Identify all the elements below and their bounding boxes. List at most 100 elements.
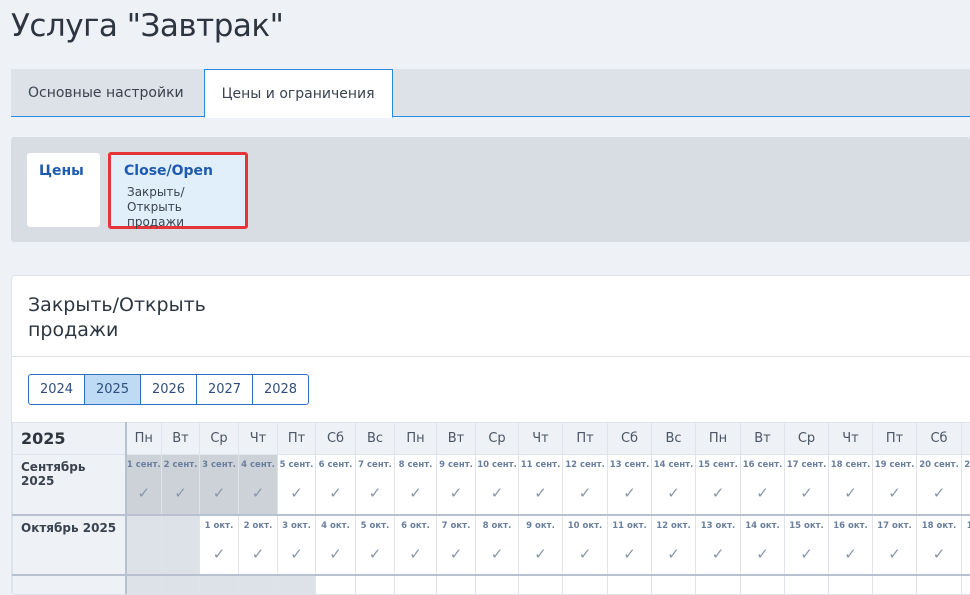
check-icon: ✓ bbox=[437, 545, 475, 563]
day-cell[interactable]: 2 сент.✓ bbox=[162, 455, 200, 515]
year-button-2028[interactable]: 2028 bbox=[252, 374, 309, 405]
day-cell[interactable] bbox=[476, 575, 519, 595]
day-cell[interactable] bbox=[873, 575, 917, 595]
day-cell[interactable]: 4 окт.✓ bbox=[316, 515, 356, 575]
subtab-close-open[interactable]: Close/Open Закрыть/Открыть продажи bbox=[108, 152, 248, 229]
day-cell[interactable]: 9 окт.✓ bbox=[519, 515, 563, 575]
day-cell[interactable]: 10 сент.✓ bbox=[476, 455, 519, 515]
check-icon: ✓ bbox=[563, 484, 607, 502]
day-cell[interactable] bbox=[563, 575, 608, 595]
check-icon: ✓ bbox=[785, 545, 828, 563]
day-cell[interactable]: 12 сент.✓ bbox=[563, 455, 608, 515]
day-cell[interactable]: 8 сент.✓ bbox=[395, 455, 437, 515]
day-cell[interactable]: 17 окт.✓ bbox=[873, 515, 917, 575]
day-cell[interactable]: 10 окт.✓ bbox=[563, 515, 608, 575]
day-cell[interactable]: 14 сент.✓ bbox=[652, 455, 696, 515]
day-cell[interactable]: 17 сент.✓ bbox=[785, 455, 829, 515]
subtab-bar: Цены Close/Open Закрыть/Открыть продажи bbox=[11, 137, 970, 242]
day-cell[interactable]: 16 окт.✓ bbox=[829, 515, 873, 575]
day-date: 11 окт. bbox=[608, 521, 651, 531]
day-cell[interactable]: 1 окт.✓ bbox=[200, 515, 239, 575]
weekday-header: Ср bbox=[476, 423, 519, 455]
day-cell[interactable] bbox=[395, 575, 437, 595]
day-date: 20 сент. bbox=[917, 460, 961, 470]
day-cell[interactable]: 11 окт.✓ bbox=[608, 515, 652, 575]
weekday-header: Пн bbox=[395, 423, 437, 455]
day-cell[interactable]: 14 окт.✓ bbox=[741, 515, 785, 575]
day-cell[interactable] bbox=[519, 575, 563, 595]
check-icon: ✓ bbox=[873, 484, 916, 502]
year-button-2026[interactable]: 2026 bbox=[140, 374, 197, 405]
day-cell[interactable]: 9 сент.✓ bbox=[437, 455, 476, 515]
day-cell[interactable]: 8 окт.✓ bbox=[476, 515, 519, 575]
day-date: 2 окт. bbox=[239, 521, 277, 531]
check-icon: ✓ bbox=[127, 484, 162, 502]
day-cell[interactable]: 11 сент.✓ bbox=[519, 455, 563, 515]
day-cell[interactable]: 2 окт.✓ bbox=[239, 515, 278, 575]
tab-prices-restrictions[interactable]: Цены и ограничения bbox=[204, 69, 393, 118]
day-cell[interactable]: 5 окт.✓ bbox=[356, 515, 395, 575]
day-date: 19 окт. bbox=[962, 521, 970, 531]
day-cell[interactable] bbox=[316, 575, 356, 595]
day-cell[interactable] bbox=[785, 575, 829, 595]
year-button-2024[interactable]: 2024 bbox=[28, 374, 85, 405]
weekday-header: Пн bbox=[126, 423, 162, 455]
day-cell[interactable]: 7 сент.✓ bbox=[356, 455, 395, 515]
day-cell[interactable]: 3 сент.✓ bbox=[200, 455, 239, 515]
day-date: 14 окт. bbox=[741, 521, 784, 531]
weekday-header: Пт bbox=[278, 423, 316, 455]
weekday-header: Сб bbox=[316, 423, 356, 455]
check-icon: ✓ bbox=[519, 545, 562, 563]
day-cell[interactable]: 20 сент.✓ bbox=[917, 455, 962, 515]
day-cell[interactable]: 19 сент.✓ bbox=[873, 455, 917, 515]
year-button-2025[interactable]: 2025 bbox=[84, 374, 141, 405]
tab-basic-settings[interactable]: Основные настройки bbox=[11, 69, 201, 117]
day-cell[interactable] bbox=[608, 575, 652, 595]
day-cell bbox=[162, 575, 200, 595]
day-cell[interactable]: 16 сент.✓ bbox=[741, 455, 785, 515]
day-cell[interactable] bbox=[437, 575, 476, 595]
day-cell[interactable]: 5 сент.✓ bbox=[278, 455, 316, 515]
weekday-header: Пн bbox=[696, 423, 741, 455]
day-date: 4 окт. bbox=[316, 521, 355, 531]
day-date: 10 сент. bbox=[476, 460, 518, 470]
day-date: 2 сент. bbox=[162, 460, 199, 470]
day-cell[interactable]: 15 окт.✓ bbox=[785, 515, 829, 575]
day-cell[interactable]: 13 сент.✓ bbox=[608, 455, 652, 515]
month-label: Октябрь 2025 bbox=[13, 515, 126, 575]
month-label bbox=[13, 575, 126, 595]
check-icon: ✓ bbox=[829, 484, 872, 502]
day-cell bbox=[239, 575, 278, 595]
day-cell[interactable]: 15 сент.✓ bbox=[696, 455, 741, 515]
day-cell[interactable] bbox=[696, 575, 741, 595]
day-cell[interactable] bbox=[741, 575, 785, 595]
day-cell[interactable]: 7 окт.✓ bbox=[437, 515, 476, 575]
day-date: 16 окт. bbox=[829, 521, 872, 531]
day-cell[interactable]: 3 окт.✓ bbox=[278, 515, 316, 575]
subtab-prices[interactable]: Цены bbox=[27, 153, 100, 227]
check-icon: ✓ bbox=[696, 484, 740, 502]
day-cell[interactable] bbox=[917, 575, 962, 595]
day-date: 4 сент. bbox=[239, 460, 277, 470]
day-cell[interactable]: 4 сент.✓ bbox=[239, 455, 278, 515]
day-cell[interactable] bbox=[962, 575, 970, 595]
day-cell[interactable]: 19 окт.✓ bbox=[962, 515, 970, 575]
grid-year: 2025 bbox=[13, 423, 126, 455]
day-cell[interactable]: 1 сент.✓ bbox=[126, 455, 162, 515]
check-icon: ✓ bbox=[785, 484, 828, 502]
day-cell[interactable]: 6 окт.✓ bbox=[395, 515, 437, 575]
day-date: 7 сент. bbox=[356, 460, 394, 470]
day-cell[interactable] bbox=[829, 575, 873, 595]
day-cell[interactable]: 12 окт.✓ bbox=[652, 515, 696, 575]
day-cell[interactable] bbox=[356, 575, 395, 595]
day-cell[interactable] bbox=[652, 575, 696, 595]
day-cell[interactable]: 18 сент.✓ bbox=[829, 455, 873, 515]
day-cell[interactable]: 6 сент.✓ bbox=[316, 455, 356, 515]
check-icon: ✓ bbox=[200, 545, 238, 563]
day-cell[interactable]: 13 окт.✓ bbox=[696, 515, 741, 575]
check-icon: ✓ bbox=[200, 484, 238, 502]
year-button-2027[interactable]: 2027 bbox=[196, 374, 253, 405]
day-cell[interactable]: 18 окт.✓ bbox=[917, 515, 962, 575]
day-cell[interactable]: 21 сент.✓ bbox=[962, 455, 970, 515]
weekday-header: Ср bbox=[200, 423, 239, 455]
